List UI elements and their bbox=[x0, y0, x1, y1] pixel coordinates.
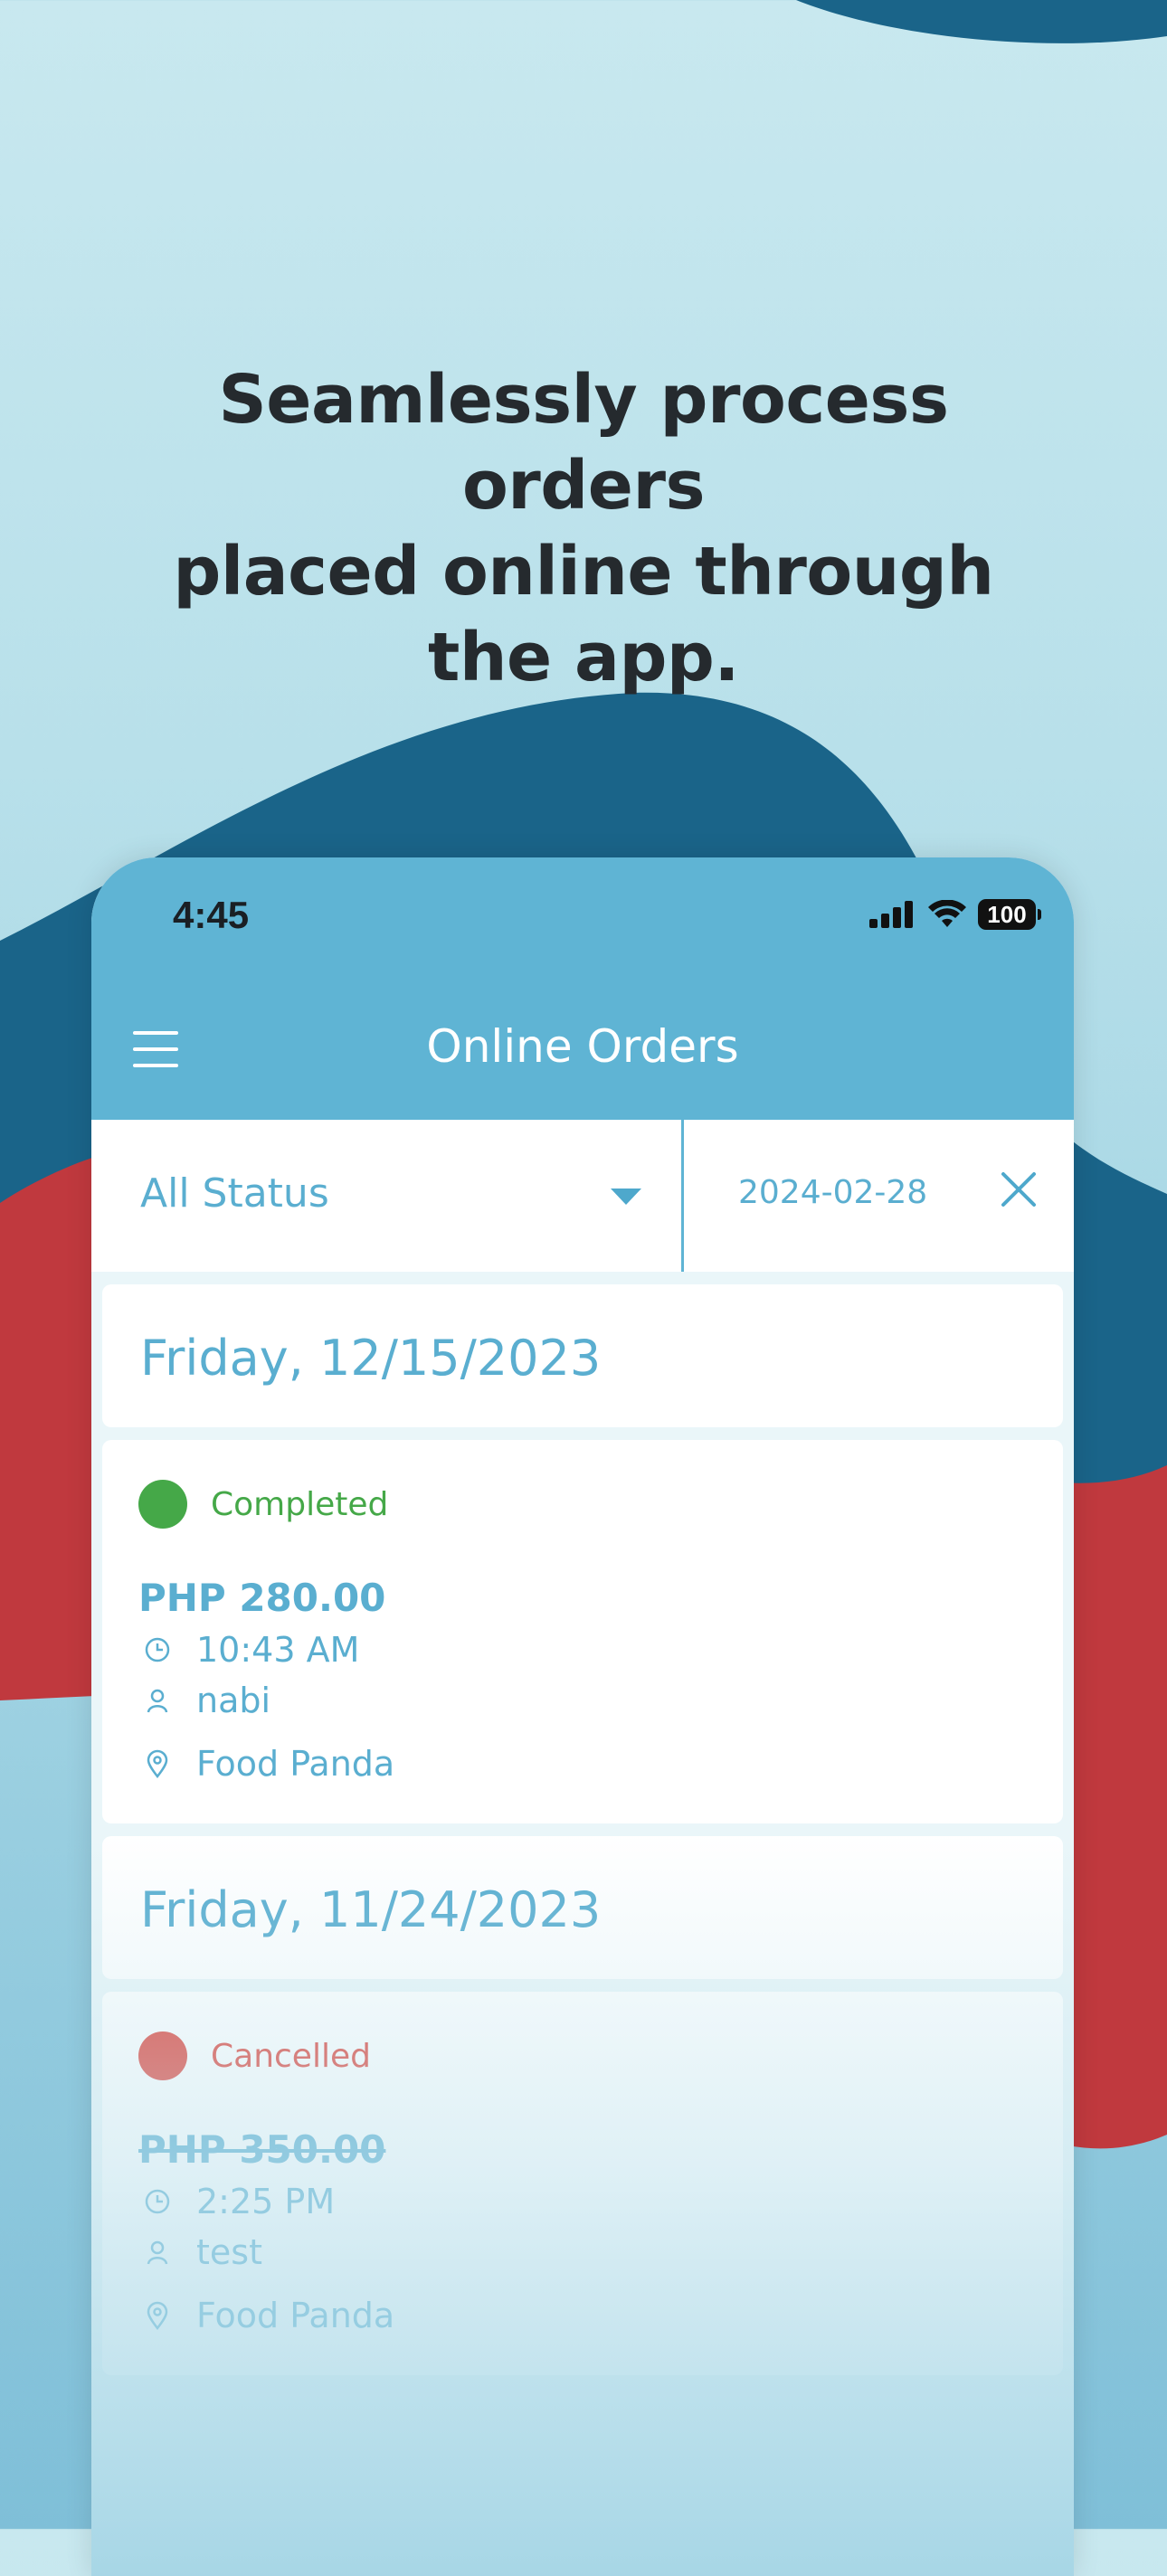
order-customer: test bbox=[196, 2232, 262, 2272]
order-channel: Food Panda bbox=[196, 2296, 395, 2335]
status-bar-icons: 100 bbox=[869, 899, 1041, 930]
date-group-header: Friday, 11/24/2023 bbox=[102, 1836, 1063, 1979]
order-status-label: Cancelled bbox=[211, 2037, 371, 2075]
user-icon bbox=[138, 2233, 176, 2271]
filter-bar: All Status 2024-02-28 bbox=[91, 1120, 1074, 1272]
status-filter-value: All Status bbox=[140, 1170, 329, 1217]
promo-headline-line-1: Seamlessly process orders bbox=[218, 360, 950, 525]
page-title: Online Orders bbox=[426, 1020, 739, 1073]
order-channel-row: Food Panda bbox=[138, 2296, 394, 2335]
filter-divider bbox=[681, 1120, 684, 1272]
close-icon[interactable] bbox=[996, 1167, 1041, 1212]
order-customer: nabi bbox=[196, 1681, 271, 1720]
order-time: 2:25 PM bbox=[196, 2182, 336, 2221]
order-channel: Food Panda bbox=[196, 1744, 395, 1784]
chevron-down-icon bbox=[611, 1189, 641, 1205]
order-card[interactable]: Completed PHP 280.00 10:43 AM nabi Food … bbox=[102, 1440, 1063, 1823]
location-pin-icon bbox=[138, 2297, 176, 2334]
status-dot-icon bbox=[138, 1480, 187, 1529]
order-amount: PHP 280.00 bbox=[138, 1576, 386, 1620]
date-filter-field[interactable]: 2024-02-28 bbox=[738, 1174, 927, 1211]
battery-icon: 100 bbox=[978, 899, 1041, 930]
wifi-icon bbox=[928, 900, 966, 927]
order-time-row: 10:43 AM bbox=[138, 1630, 359, 1670]
promo-headline: Seamlessly process orders placed online … bbox=[86, 357, 1081, 701]
user-icon bbox=[138, 1681, 176, 1719]
clock-icon bbox=[138, 2183, 176, 2221]
date-group-label: Friday, 12/15/2023 bbox=[140, 1330, 602, 1387]
location-pin-icon bbox=[138, 1745, 176, 1783]
date-group-label: Friday, 11/24/2023 bbox=[140, 1881, 602, 1938]
order-customer-row: test bbox=[138, 2232, 262, 2272]
order-time-row: 2:25 PM bbox=[138, 2182, 335, 2221]
order-card[interactable]: Cancelled PHP 350.00 2:25 PM test Food P… bbox=[102, 1992, 1063, 2375]
order-status-label: Completed bbox=[211, 1485, 389, 1523]
status-dot-icon bbox=[138, 2031, 187, 2080]
order-customer-row: nabi bbox=[138, 1681, 270, 1720]
phone-screen: 4:45 100 Online Orders All Status 2024-0… bbox=[91, 857, 1074, 2576]
order-time: 10:43 AM bbox=[196, 1630, 360, 1670]
app-header: 4:45 100 Online Orders bbox=[91, 857, 1074, 1120]
orders-list: Friday, 12/15/2023 Completed PHP 280.00 … bbox=[102, 1284, 1063, 2388]
battery-level: 100 bbox=[987, 900, 1027, 928]
order-channel-row: Food Panda bbox=[138, 1744, 394, 1784]
order-status: Cancelled bbox=[138, 2031, 371, 2080]
status-filter-select[interactable]: All Status bbox=[91, 1120, 681, 1272]
date-group-header: Friday, 12/15/2023 bbox=[102, 1284, 1063, 1427]
order-status: Completed bbox=[138, 1480, 388, 1529]
order-amount: PHP 350.00 bbox=[138, 2127, 386, 2172]
status-bar-time: 4:45 bbox=[173, 894, 250, 936]
clock-icon bbox=[138, 1631, 176, 1669]
cellular-signal-icon bbox=[869, 901, 913, 928]
promo-headline-line-2: placed online through bbox=[173, 532, 994, 611]
wave-top-right bbox=[796, 0, 1167, 43]
promo-headline-line-3: the app. bbox=[428, 618, 740, 696]
